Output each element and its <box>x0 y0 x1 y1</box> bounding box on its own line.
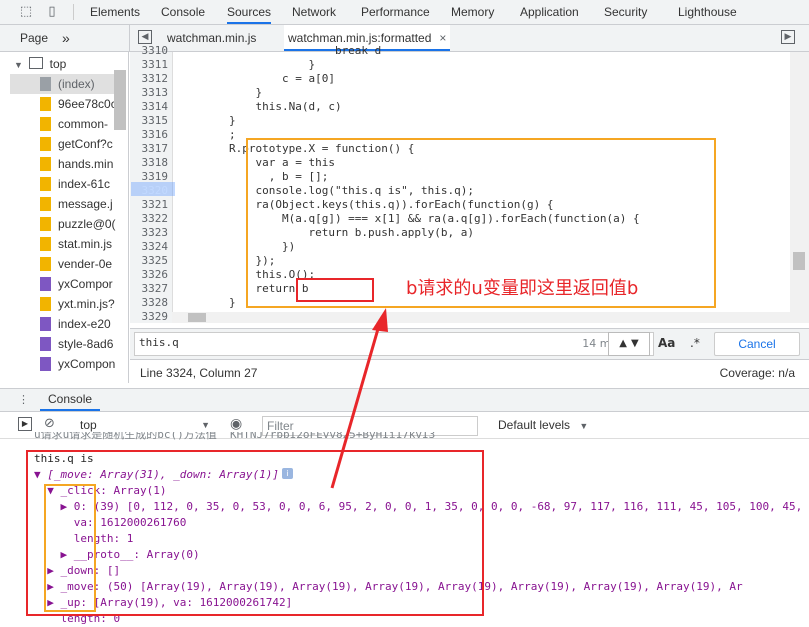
arrow-line <box>330 321 382 489</box>
annotation-arrow <box>330 308 388 489</box>
arrow-head <box>372 308 388 332</box>
